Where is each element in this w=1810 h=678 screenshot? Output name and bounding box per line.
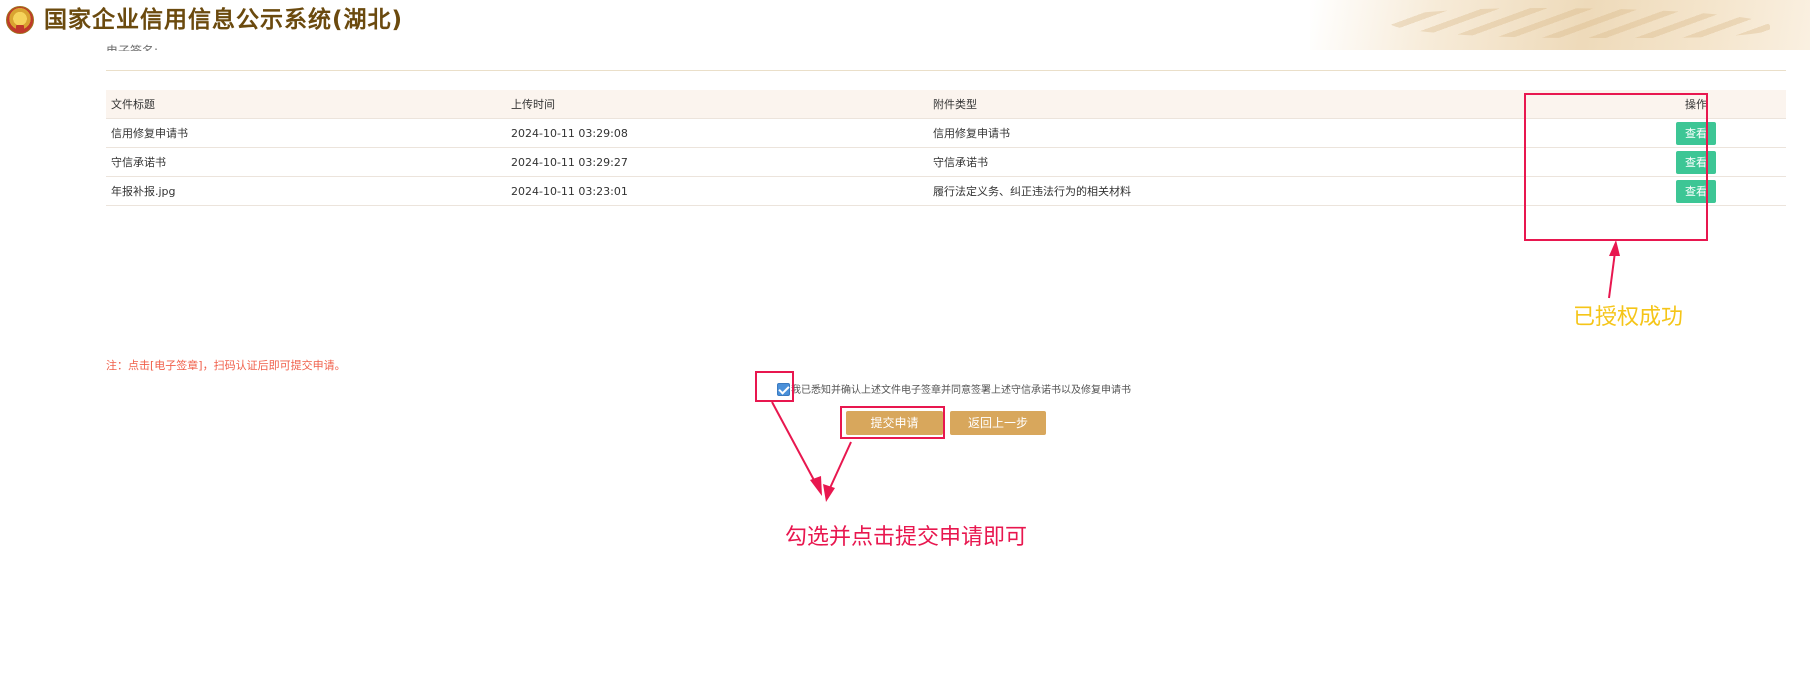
column-header-attachment-type: 附件类型: [928, 90, 1606, 119]
attachment-type: 守信承诺书: [928, 147, 1606, 177]
section-label: 电子签名:: [106, 44, 159, 51]
file-title: 信用修复申请书: [106, 118, 506, 148]
site-header: 国家企业信用信息公示系统(湖北): [0, 0, 1810, 50]
column-header-upload-time: 上传时间: [506, 90, 928, 119]
national-emblem-icon: [6, 6, 34, 34]
column-header-title: 文件标题: [106, 90, 506, 119]
attachment-type: 履行法定义务、纠正违法行为的相关材料: [928, 176, 1606, 206]
annotation-checkbox-box: [755, 371, 794, 402]
annotation-arrows-down: [771, 401, 852, 502]
signature-note: 注：点击[电子签章]，扫码认证后即可提交申请。: [106, 359, 346, 372]
header-decoration: [1310, 0, 1810, 50]
file-title: 年报补报.jpg: [106, 176, 506, 206]
annotation-action-box: [1524, 93, 1708, 241]
site-title: 国家企业信用信息公示系统(湖北): [44, 7, 404, 33]
annotation-arrow-up: [1608, 240, 1620, 299]
upload-time: 2024-10-11 03:23:01: [506, 176, 928, 206]
upload-time: 2024-10-11 03:29:08: [506, 118, 928, 148]
back-button[interactable]: 返回上一步: [950, 411, 1046, 435]
upload-time: 2024-10-11 03:29:27: [506, 147, 928, 177]
annotation-instruction-text: 勾选并点击提交申请即可: [785, 525, 1028, 550]
agreement-text: 我已悉知并确认上述文件电子签章并同意签署上述守信承诺书以及修复申请书: [791, 385, 1131, 396]
attachment-type: 信用修复申请书: [928, 118, 1606, 148]
annotation-authorized-text: 已授权成功: [1573, 305, 1684, 330]
file-title: 守信承诺书: [106, 147, 506, 177]
section-divider: [106, 70, 1786, 71]
